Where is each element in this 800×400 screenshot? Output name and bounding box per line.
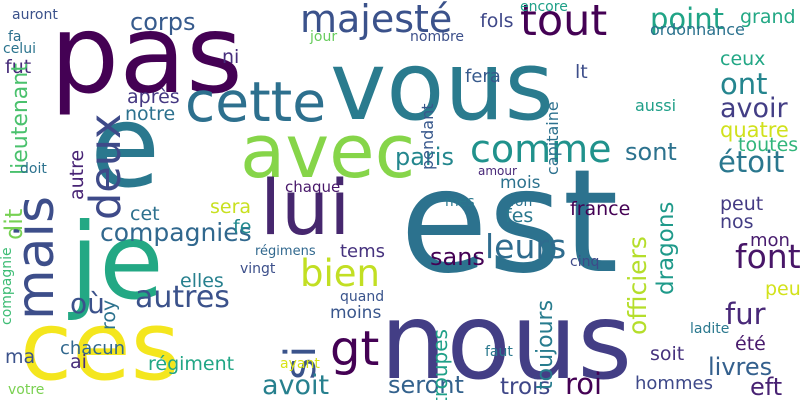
word-sans: sans [430,243,485,271]
word-nos: nos [720,211,754,233]
word-cet: cet [130,203,160,225]
word-encore: encore [520,0,568,15]
word-ete: été [735,333,766,355]
word-cloud: pas vous est nous ces je e avec mais lui… [0,0,800,400]
word-dit: dit [0,208,28,240]
word-autre: autre [66,149,88,200]
word-sont: sont [625,138,677,166]
word-dragons: dragons [653,201,679,295]
word-compagnie: compagnie [0,247,15,325]
word-grand: grand [740,6,796,28]
word-avoit: avoit [262,370,330,400]
word-fe: fe [233,216,252,238]
word-seront: seront [388,371,464,399]
word-nombre: nombre [410,29,465,45]
word-amour: amour [478,164,517,178]
word-faut: faut [485,344,513,360]
word-fon: fon [510,194,533,210]
word-toujours: toujours [533,299,558,390]
word-france: france [570,198,631,220]
word-roi: roi [565,367,603,400]
word-corps: corps [130,8,196,36]
word-celui: celui [3,41,36,57]
word-auront: auront [12,7,58,23]
word-ni: ni [222,46,240,68]
word-troupes: troupes [428,329,452,400]
word-peu: peu [765,278,800,300]
word-ai: ai [70,351,87,373]
word-notre: notre [125,103,176,125]
word-compagnies: compagnies [100,218,252,247]
word-ceux: ceux [720,48,766,70]
word-quand: quand [340,289,385,305]
word-jour: jour [310,29,338,45]
word-tems: tems [340,241,386,262]
word-pendant: pendant [418,103,437,170]
word-vingt: vingt [240,261,276,277]
word-ma: ma [5,346,36,368]
word-leurs: leurs [485,227,567,266]
word-cette: cette [185,70,327,134]
word-aussi: aussi [635,96,677,115]
word-fera: fera [465,66,501,87]
word-comme: comme [470,127,612,171]
word-sera: sera [210,196,252,218]
word-regiment: régiment [148,353,235,375]
word-etoit: étoit [718,145,785,179]
word-officiers: officiers [623,236,652,335]
word-ordonnance: ordonnance [650,20,745,39]
word-ayant: ayant [280,356,320,372]
word-eft: eft [750,373,783,400]
word-doit: doit [20,161,47,177]
word-moins: moins [330,303,382,323]
word-votre: votre [8,382,45,398]
word-lieutenant: lieutenant [8,63,33,175]
word-roy: roy [98,299,120,330]
word-fur: fur [725,297,766,331]
word-gt: gt [330,321,380,377]
word-mon: mon [750,230,790,251]
word-fols: fols [480,10,514,32]
word-hommes: hommes [635,373,713,394]
word-lt: lt [575,61,588,83]
word-cinq: cinq [570,254,600,270]
word-ladite: ladite [690,321,730,337]
word-mes: mes [445,194,475,210]
word-deux: deux [81,113,131,220]
word-capitaine: capitaine [543,101,562,175]
word-elles: elles [180,270,224,292]
word-chaque: chaque [285,178,341,196]
word-soit: soit [650,343,685,365]
word-regimens: régimens [255,244,316,259]
